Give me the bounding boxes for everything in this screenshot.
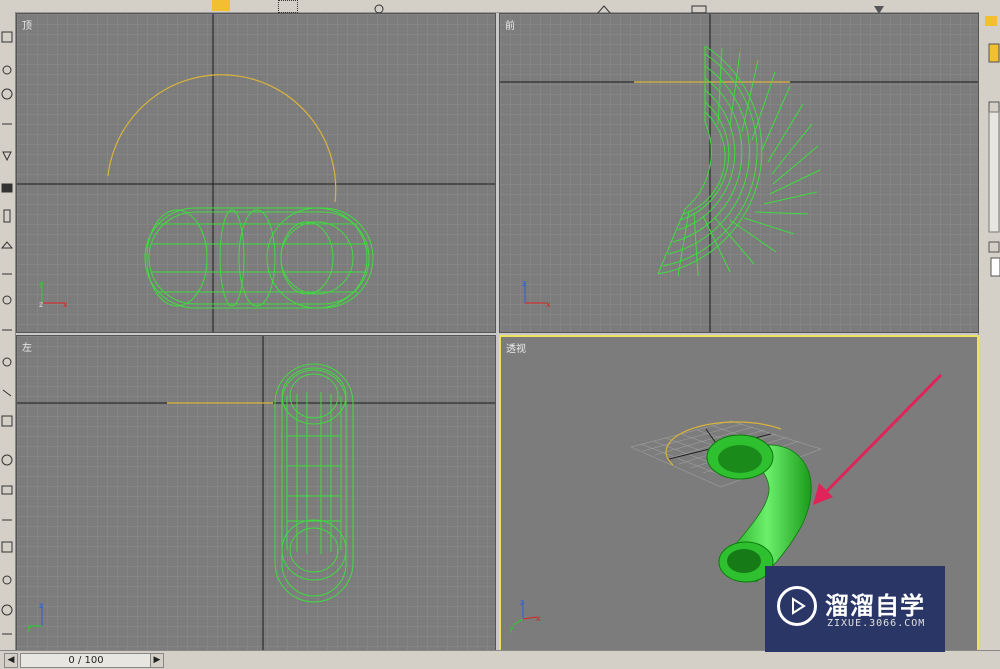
viewport-label[interactable]: 前 xyxy=(505,17,515,32)
svg-text:y: y xyxy=(39,279,44,288)
svg-text:z: z xyxy=(39,300,43,309)
left-toolbar xyxy=(0,12,16,650)
tube-solid xyxy=(706,434,812,583)
viewport-top-canvas: x y z xyxy=(17,14,495,332)
snap-icon[interactable] xyxy=(595,0,613,15)
command-panel xyxy=(978,12,1000,650)
select-tool-icon[interactable] xyxy=(212,0,230,11)
watermark-logo: 溜溜自学 ZIXUE.3066.COM xyxy=(765,566,945,652)
viewport-top[interactable]: x y z 顶 xyxy=(16,13,496,333)
svg-text:z: z xyxy=(520,598,524,607)
triangle-right-icon[interactable]: ▶ xyxy=(150,653,164,668)
viewport-label[interactable]: 顶 xyxy=(22,17,32,32)
time-slider[interactable]: 0 / 100 xyxy=(20,653,152,668)
viewport-front-canvas: x z xyxy=(500,14,978,332)
svg-text:x: x xyxy=(536,614,541,623)
viewport-label[interactable]: 透视 xyxy=(506,340,526,355)
rotate-icon[interactable] xyxy=(370,0,388,14)
triangle-left-icon[interactable]: ◀ xyxy=(4,653,18,668)
viewport-left[interactable]: z y 左 xyxy=(16,335,496,652)
watermark-title: 溜溜自学 xyxy=(825,592,925,620)
spell-icon[interactable] xyxy=(690,0,708,14)
viewport-left-canvas: z y xyxy=(17,336,495,651)
play-logo-icon xyxy=(777,586,817,626)
viewport-front[interactable]: x z 前 xyxy=(499,13,979,333)
region-select-icon[interactable] xyxy=(278,0,298,13)
watermark-subtitle: ZIXUE.3066.COM xyxy=(827,618,926,629)
viewport-label[interactable]: 左 xyxy=(22,339,32,354)
main-toolbar xyxy=(0,0,1000,15)
svg-text:x: x xyxy=(546,300,551,309)
annotation-arrow xyxy=(813,373,943,505)
svg-text:y: y xyxy=(27,623,32,632)
svg-text:x: x xyxy=(63,300,68,309)
svg-text:z: z xyxy=(522,279,526,288)
svg-text:z: z xyxy=(39,601,43,610)
left-toolbar-icons[interactable] xyxy=(0,12,15,650)
axis-tripod-persp xyxy=(512,601,538,626)
time-slider-bar: ◀ 0 / 100 ▶ xyxy=(0,650,1000,669)
render-icon[interactable] xyxy=(870,0,888,14)
svg-text:y: y xyxy=(509,624,514,633)
